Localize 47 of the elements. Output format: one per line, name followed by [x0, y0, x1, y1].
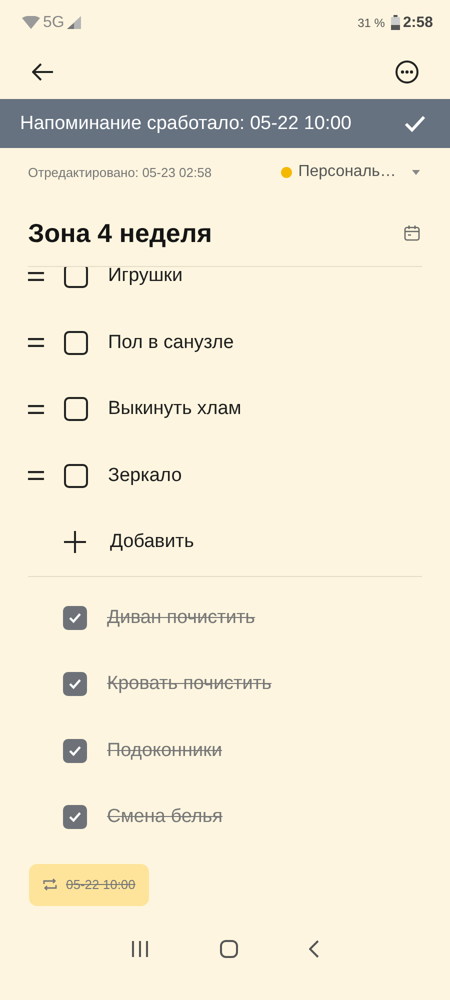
battery-percent: 31 %: [358, 16, 385, 30]
task-text: Диван почистить: [107, 606, 256, 629]
checkbox[interactable]: [64, 267, 88, 288]
reminder-chip[interactable]: 05-22 10:00: [29, 864, 150, 906]
checkbox[interactable]: [64, 397, 88, 422]
category-label[interactable]: Персональ…: [298, 163, 396, 181]
add-item-button[interactable]: Добавить: [110, 531, 194, 554]
task-text: Зеркало: [108, 464, 182, 487]
wifi-icon: [22, 16, 40, 29]
drag-handle-icon[interactable]: [28, 471, 44, 480]
repeat-icon: [43, 878, 57, 891]
more-options-icon[interactable]: [395, 60, 419, 84]
task-text: Выкинуть хлам: [108, 398, 242, 420]
recent-apps-icon[interactable]: [130, 941, 149, 957]
network-label: 5G: [43, 14, 64, 32]
signal-icon: [67, 16, 82, 29]
task-text: Подоконники: [107, 740, 222, 762]
task-text: Пол в санузле: [108, 332, 234, 354]
reminder-text: Напоминание сработало: 05-22 10:00: [20, 112, 352, 134]
check-icon: [68, 678, 82, 690]
calendar-icon[interactable]: [404, 225, 420, 241]
checkbox[interactable]: [63, 606, 87, 630]
checkbox[interactable]: [64, 330, 88, 355]
task-text: Игрушки: [108, 267, 183, 288]
check-icon[interactable]: [404, 114, 426, 132]
checkbox[interactable]: [63, 805, 87, 830]
note-title: Зона 4 неделя: [28, 218, 212, 248]
task-text: Кровать почистить: [107, 673, 272, 696]
checkbox[interactable]: [63, 672, 87, 696]
check-icon: [68, 811, 82, 824]
checkbox[interactable]: [63, 738, 87, 763]
drag-handle-icon[interactable]: [28, 338, 44, 348]
checkbox[interactable]: [64, 464, 88, 488]
drag-handle-icon[interactable]: [28, 272, 44, 281]
task-text: Смена белья: [107, 806, 223, 828]
edited-time: Отредактировано: 05-23 02:58: [28, 164, 212, 180]
back-icon[interactable]: [309, 940, 320, 958]
plus-icon[interactable]: [64, 531, 86, 554]
clock: 2:58: [402, 14, 433, 31]
check-icon: [68, 744, 82, 757]
reminder-time: 05-22 10:00: [66, 877, 136, 892]
dropdown-caret-icon[interactable]: [412, 170, 420, 174]
drag-handle-icon[interactable]: [28, 404, 44, 414]
check-icon: [68, 612, 82, 624]
home-icon[interactable]: [220, 940, 238, 958]
battery-icon: [390, 15, 400, 30]
back-arrow-icon[interactable]: [32, 63, 54, 81]
